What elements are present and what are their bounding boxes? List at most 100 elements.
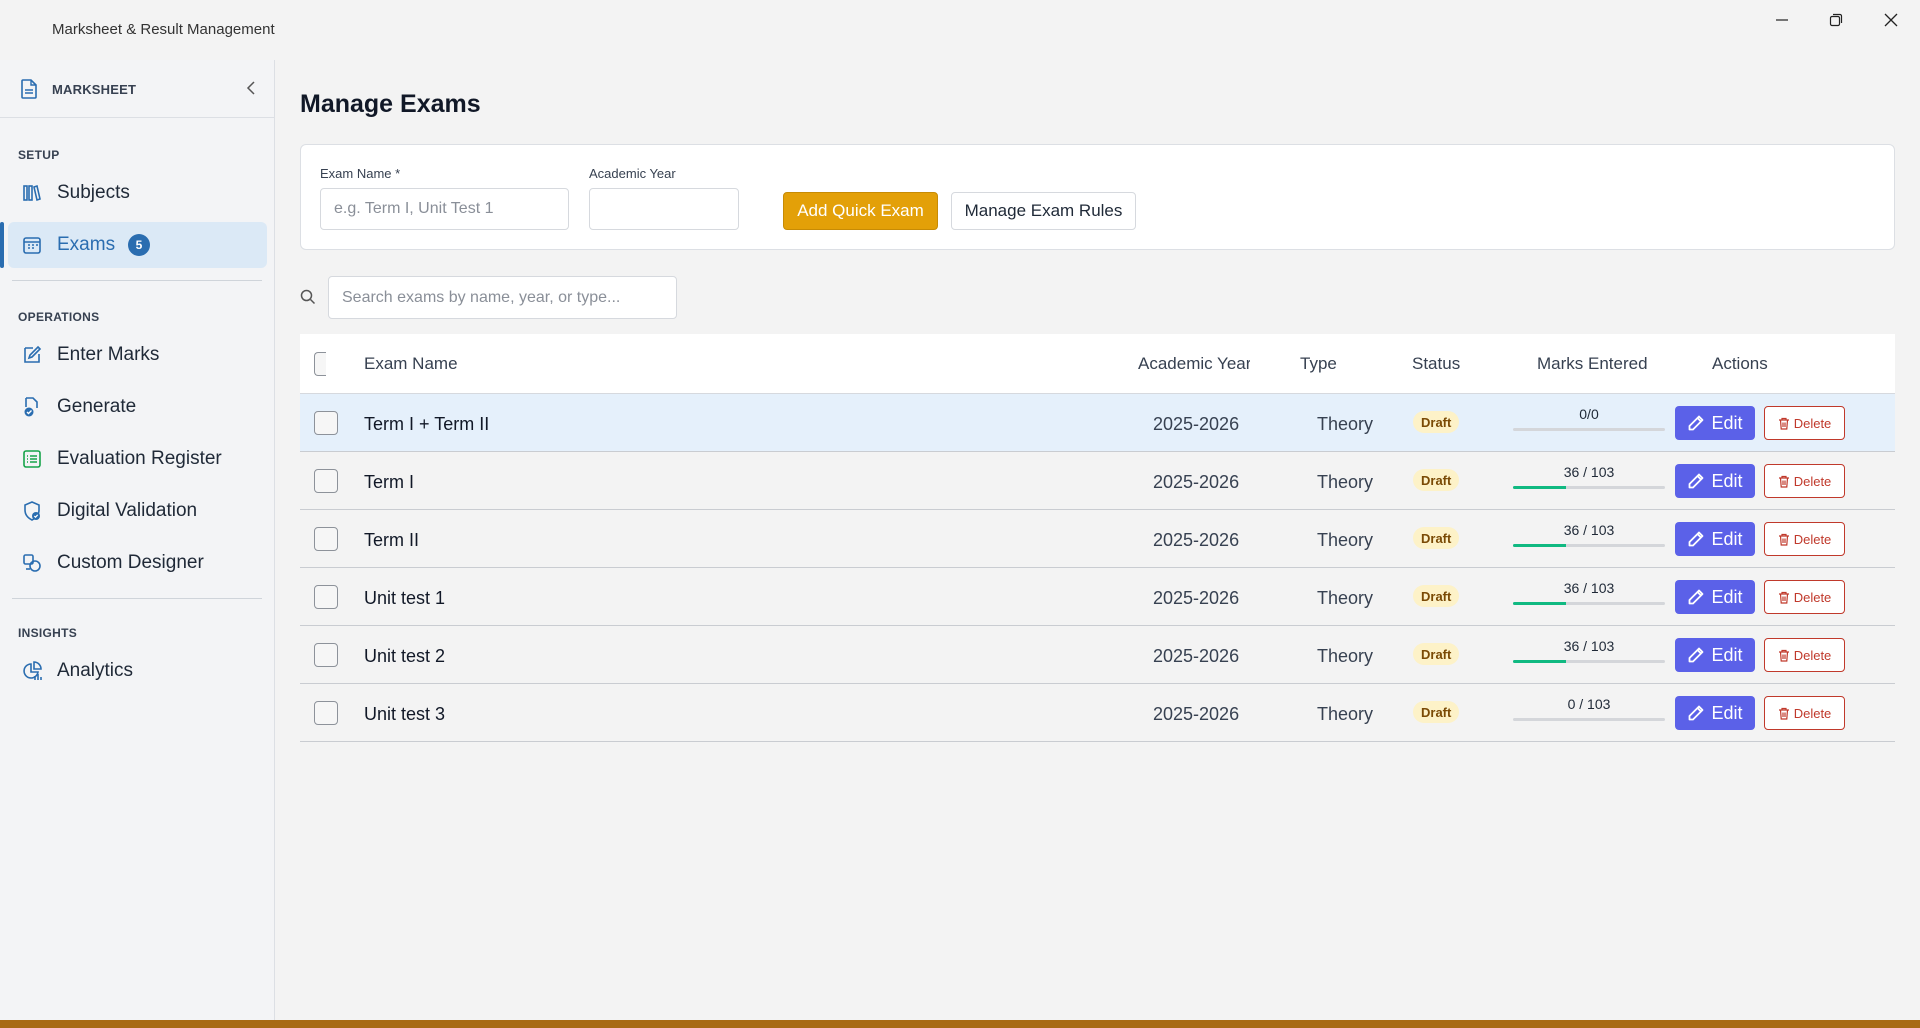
row-checkbox[interactable] — [314, 701, 338, 725]
marks-progress-bar — [1513, 544, 1665, 547]
sidebar-item-label: Evaluation Register — [57, 448, 222, 469]
type-cell: Theory — [1317, 472, 1374, 492]
trash-icon — [1778, 649, 1789, 662]
sidebar-item-label: Exams — [57, 234, 116, 255]
row-checkbox[interactable] — [314, 643, 338, 667]
sidebar-item-digital-validation[interactable]: Digital Validation — [8, 488, 267, 534]
calendar-icon — [23, 237, 41, 254]
sidebar-item-label: Enter Marks — [57, 344, 160, 365]
manage-exam-rules-button[interactable]: Manage Exam Rules — [951, 192, 1136, 230]
search-icon — [300, 289, 316, 305]
column-header-academic-year[interactable]: Academic Year — [1138, 354, 1250, 374]
marks-entered-cell: 36 / 103 — [1513, 638, 1665, 663]
delete-button-label: Delete — [1793, 589, 1832, 605]
column-header-actions: Actions — [1712, 354, 1768, 373]
chevron-left-icon[interactable] — [244, 80, 258, 96]
marks-count: 36 / 103 — [1563, 464, 1615, 480]
add-quick-exam-button[interactable]: Add Quick Exam — [783, 192, 938, 230]
pencil-icon — [1689, 531, 1704, 547]
designer-icon — [23, 554, 41, 572]
delete-button[interactable]: Delete — [1764, 522, 1845, 556]
window-title: Marksheet & Result Management — [52, 21, 275, 38]
edit-button[interactable]: Edit — [1675, 580, 1755, 614]
delete-button-label: Delete — [1793, 415, 1832, 431]
delete-button[interactable]: Delete — [1764, 638, 1845, 672]
sidebar-item-subjects[interactable]: Subjects — [8, 170, 267, 216]
edit-button-label: Edit — [1711, 470, 1743, 491]
document-icon — [21, 79, 37, 99]
page-title: Manage Exams — [300, 90, 481, 118]
sidebar-item-label: Generate — [57, 396, 137, 417]
table-row[interactable]: Term II 2025-2026 Theory Draft 36 / 103 … — [300, 510, 1895, 568]
edit-button-label: Edit — [1711, 586, 1743, 607]
sidebar-item-exams[interactable]: Exams 5 — [8, 222, 267, 268]
sidebar-divider — [12, 598, 262, 599]
exam-name-input[interactable] — [320, 188, 569, 230]
marks-progress-fill — [1513, 486, 1567, 489]
sidebar-item-custom-designer[interactable]: Custom Designer — [8, 540, 267, 586]
marks-entered-cell: 0 / 103 — [1513, 696, 1665, 721]
marks-entered-cell: 36 / 103 — [1513, 464, 1665, 489]
academic-year-cell: 2025-2026 — [1153, 472, 1240, 492]
edit-icon — [24, 345, 42, 363]
trash-icon — [1778, 533, 1789, 546]
academic-year-input[interactable] — [589, 188, 739, 230]
delete-button-label: Delete — [1793, 705, 1832, 721]
maximize-button[interactable] — [1809, 0, 1863, 40]
row-checkbox[interactable] — [314, 469, 338, 493]
sidebar-item-label: Analytics — [57, 660, 134, 681]
marks-entered-cell: 36 / 103 — [1513, 580, 1665, 605]
close-button[interactable] — [1864, 0, 1918, 40]
exam-name-cell: Unit test 1 — [364, 588, 446, 608]
restore-icon — [1829, 13, 1843, 27]
table-row[interactable]: Term I 2025-2026 Theory Draft 36 / 103 E… — [300, 452, 1895, 510]
section-label-insights: INSIGHTS — [18, 626, 78, 640]
status-badge: Draft — [1413, 585, 1460, 607]
table-row[interactable]: Unit test 2 2025-2026 Theory Draft 36 / … — [300, 626, 1895, 684]
status-badge: Draft — [1413, 527, 1460, 549]
table-row[interactable]: Unit test 3 2025-2026 Theory Draft 0 / 1… — [300, 684, 1895, 742]
column-header-type[interactable]: Type — [1300, 354, 1337, 374]
sidebar-item-label: Digital Validation — [57, 500, 198, 521]
column-header-status[interactable]: Status — [1412, 354, 1460, 374]
row-checkbox[interactable] — [314, 585, 338, 609]
section-label-setup: SETUP — [18, 148, 60, 162]
row-checkbox[interactable] — [314, 527, 338, 551]
delete-button[interactable]: Delete — [1764, 464, 1845, 498]
row-checkbox[interactable] — [314, 411, 338, 435]
table-row[interactable]: Term I + Term II 2025-2026 Theory Draft … — [300, 394, 1895, 452]
edit-button[interactable]: Edit — [1675, 464, 1755, 498]
status-badge: Draft — [1413, 701, 1460, 723]
delete-button[interactable]: Delete — [1764, 580, 1845, 614]
marks-count: 0 / 103 — [1567, 696, 1611, 712]
minimize-button[interactable] — [1755, 0, 1809, 40]
select-all-checkbox[interactable] — [314, 352, 326, 376]
column-header-exam-name[interactable]: Exam Name — [364, 354, 458, 374]
edit-button[interactable]: Edit — [1675, 522, 1755, 556]
exam-name-cell: Unit test 3 — [364, 704, 446, 724]
table-row[interactable]: Unit test 1 2025-2026 Theory Draft 36 / … — [300, 568, 1895, 626]
sidebar-item-label: Custom Designer — [57, 552, 204, 573]
academic-year-cell: 2025-2026 — [1153, 414, 1240, 434]
sidebar-item-enter-marks[interactable]: Enter Marks — [8, 332, 267, 378]
sidebar-item-evaluation-register[interactable]: Evaluation Register — [8, 436, 267, 482]
marks-progress-bar — [1513, 718, 1665, 721]
table-body: Term I + Term II 2025-2026 Theory Draft … — [300, 394, 1895, 742]
type-cell: Theory — [1317, 414, 1374, 434]
delete-button[interactable]: Delete — [1764, 406, 1845, 440]
edit-button-label: Edit — [1711, 644, 1743, 665]
sidebar-item-generate[interactable]: Generate — [8, 384, 267, 430]
column-header-marks-entered[interactable]: Marks Entered — [1537, 354, 1648, 374]
type-cell: Theory — [1317, 704, 1374, 724]
edit-button[interactable]: Edit — [1675, 638, 1755, 672]
main-content: Manage Exams Exam Name * Academic Year A… — [276, 60, 1920, 1020]
pencil-icon — [1689, 415, 1704, 431]
edit-button[interactable]: Edit — [1675, 696, 1755, 730]
search-input[interactable] — [328, 276, 677, 319]
edit-button[interactable]: Edit — [1675, 406, 1755, 440]
sidebar-item-analytics[interactable]: Analytics — [8, 648, 267, 694]
delete-button[interactable]: Delete — [1764, 696, 1845, 730]
status-badge: Draft — [1413, 643, 1460, 665]
exam-name-cell: Term II — [364, 530, 420, 550]
exam-name-cell: Unit test 2 — [364, 646, 446, 666]
